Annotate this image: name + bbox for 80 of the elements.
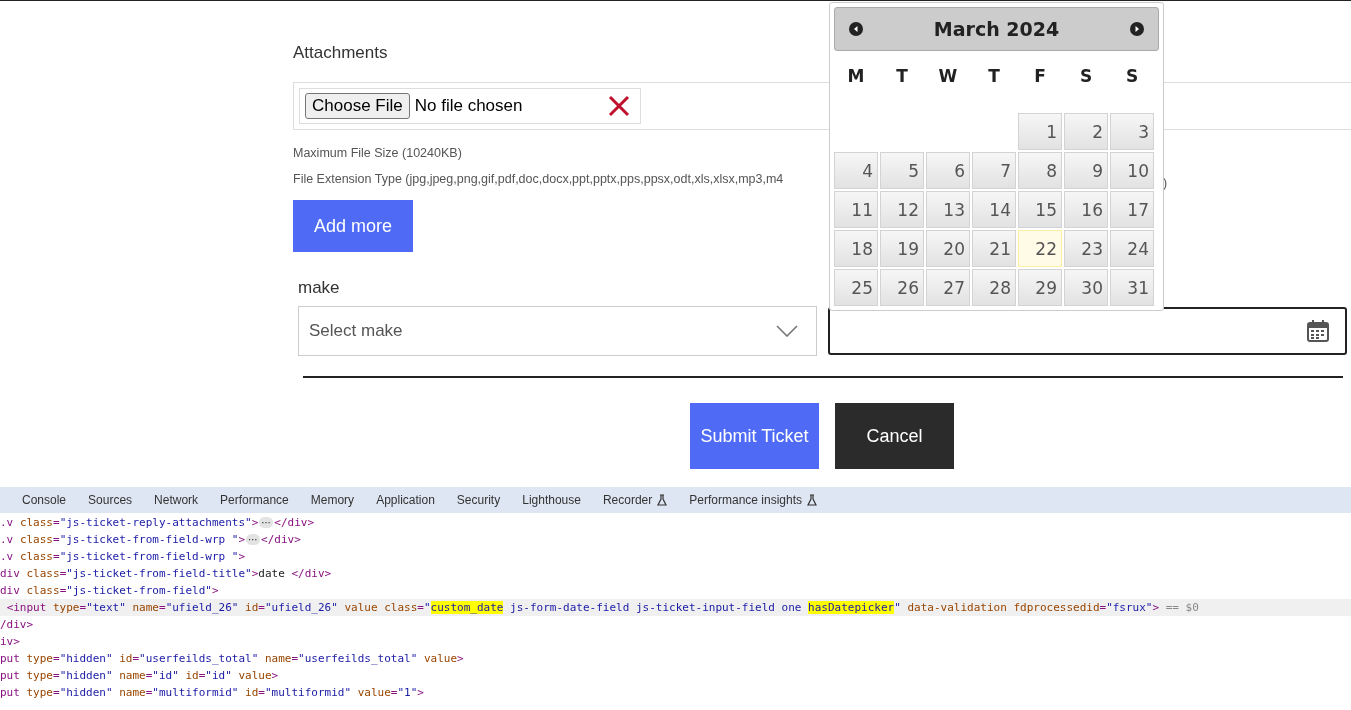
calendar-icon <box>1307 320 1329 342</box>
make-select[interactable]: Select make <box>298 306 817 356</box>
weekday-label: T <box>895 65 909 88</box>
day-cell[interactable]: 1 <box>1018 113 1062 150</box>
devtools-tab[interactable]: Lighthouse <box>511 487 592 513</box>
file-input[interactable]: Choose File No file chosen <box>299 88 641 124</box>
day-cell[interactable]: 28 <box>972 269 1016 306</box>
code-line[interactable]: .v class="js-ticket-reply-attachments">⋯</div> <box>0 514 1351 531</box>
code-line[interactable]: iv> <box>0 633 1351 650</box>
chevron-down-icon <box>776 325 798 337</box>
devtools-tab[interactable]: Performance insights <box>678 487 828 513</box>
day-cell[interactable]: 14 <box>972 191 1016 228</box>
day-cell[interactable]: 10 <box>1110 152 1154 189</box>
devtools-tab[interactable]: Performance <box>209 487 300 513</box>
cancel-button[interactable]: Cancel <box>835 403 954 469</box>
choose-file-button[interactable]: Choose File <box>305 93 410 119</box>
previous-icon <box>849 22 863 36</box>
next-month-button[interactable] <box>1130 22 1144 36</box>
weekday-label: S <box>1078 65 1094 88</box>
day-cell[interactable]: 3 <box>1110 113 1154 150</box>
weekday-label: M <box>846 65 866 88</box>
code-line[interactable]: div class="js-ticket-from-field"> <box>0 582 1351 599</box>
attachments-label: Attachments <box>293 43 388 64</box>
add-more-button[interactable]: Add more <box>293 200 413 252</box>
month-title: March 2024 <box>933 18 1060 40</box>
code-line[interactable]: .v class="js-ticket-from-field-wrp "> <box>0 548 1351 565</box>
day-cell[interactable]: 2 <box>1064 113 1108 150</box>
weekday-label: W <box>937 65 959 88</box>
devtools-tab[interactable]: Recorder <box>591 487 679 513</box>
close-icon <box>608 95 630 117</box>
day-cell[interactable]: 13 <box>926 191 970 228</box>
file-extension-note: File Extension Type (jpg,jpeg,png,gif,pdf,doc,docx,ppt,pptx,pps,ppsx,odt,xls,xlsx,mp3,m4 <box>293 172 784 186</box>
remove-button[interactable] <box>608 95 630 117</box>
day-cell[interactable]: 24 <box>1110 230 1154 267</box>
code-line[interactable]: .v class="js-ticket-from-field-wrp ">⋯</div> <box>0 531 1351 548</box>
weekday-label: T <box>987 65 1001 88</box>
code-line[interactable]: put type="hidden" id="userfeilds_total" name="userfeilds_total" value> <box>0 650 1351 667</box>
previous-month-button[interactable] <box>849 22 863 36</box>
day-cell[interactable]: 5 <box>880 152 924 189</box>
day-cell[interactable]: 25 <box>834 269 878 306</box>
flask-icon <box>807 494 817 506</box>
file-size-note: Maximum File Size (10240KB) <box>293 146 462 160</box>
day-cell[interactable]: 22 <box>1018 230 1062 267</box>
day-cell[interactable]: 20 <box>926 230 970 267</box>
day-cell[interactable]: 9 <box>1064 152 1108 189</box>
flask-icon <box>657 494 668 506</box>
weekday-label: S <box>1124 65 1140 88</box>
day-cell[interactable]: 7 <box>972 152 1016 189</box>
code-line[interactable]: put type="hidden" name="multiformid" id="multiformid" value="1"> <box>0 684 1351 701</box>
devtools-tab[interactable]: Network <box>143 487 210 513</box>
day-cell[interactable]: 27 <box>926 269 970 306</box>
code-line[interactable]: put type="hidden" name="id" id="id" value> <box>0 667 1351 684</box>
devtools-tab[interactable]: Console <box>11 487 78 513</box>
day-cell[interactable]: 15 <box>1018 191 1062 228</box>
day-cell[interactable]: 30 <box>1064 269 1108 306</box>
day-cell[interactable]: 8 <box>1018 152 1062 189</box>
next-icon <box>1130 22 1144 36</box>
day-cell[interactable]: 18 <box>834 230 878 267</box>
devtools-tab[interactable]: Memory <box>299 487 366 513</box>
day-cell[interactable]: 12 <box>880 191 924 228</box>
code-line[interactable]: div class="js-ticket-from-field-title">date </div> <box>0 565 1351 582</box>
day-cell[interactable]: 17 <box>1110 191 1154 228</box>
day-cell[interactable]: 29 <box>1018 269 1062 306</box>
code-line[interactable]: /div> <box>0 616 1351 633</box>
file-status: No file chosen <box>414 96 524 116</box>
day-cell[interactable]: 23 <box>1064 230 1108 267</box>
submit-ticket-button[interactable]: Submit Ticket <box>690 403 819 469</box>
day-cell[interactable]: 21 <box>972 230 1016 267</box>
day-cell[interactable]: 31 <box>1110 269 1154 306</box>
make-label: make <box>298 278 340 298</box>
day-cell[interactable]: 6 <box>926 152 970 189</box>
day-cell[interactable]: 11 <box>834 191 878 228</box>
day-cell[interactable]: 16 <box>1064 191 1108 228</box>
devtools-tab[interactable]: Sources <box>77 487 144 513</box>
day-cell[interactable]: 19 <box>880 230 924 267</box>
weekday-label: F <box>1033 65 1047 88</box>
devtools-tab[interactable]: Security <box>445 487 512 513</box>
devtools-tab[interactable]: Application <box>365 487 446 513</box>
day-cell[interactable]: 4 <box>834 152 878 189</box>
day-cell[interactable]: 26 <box>880 269 924 306</box>
